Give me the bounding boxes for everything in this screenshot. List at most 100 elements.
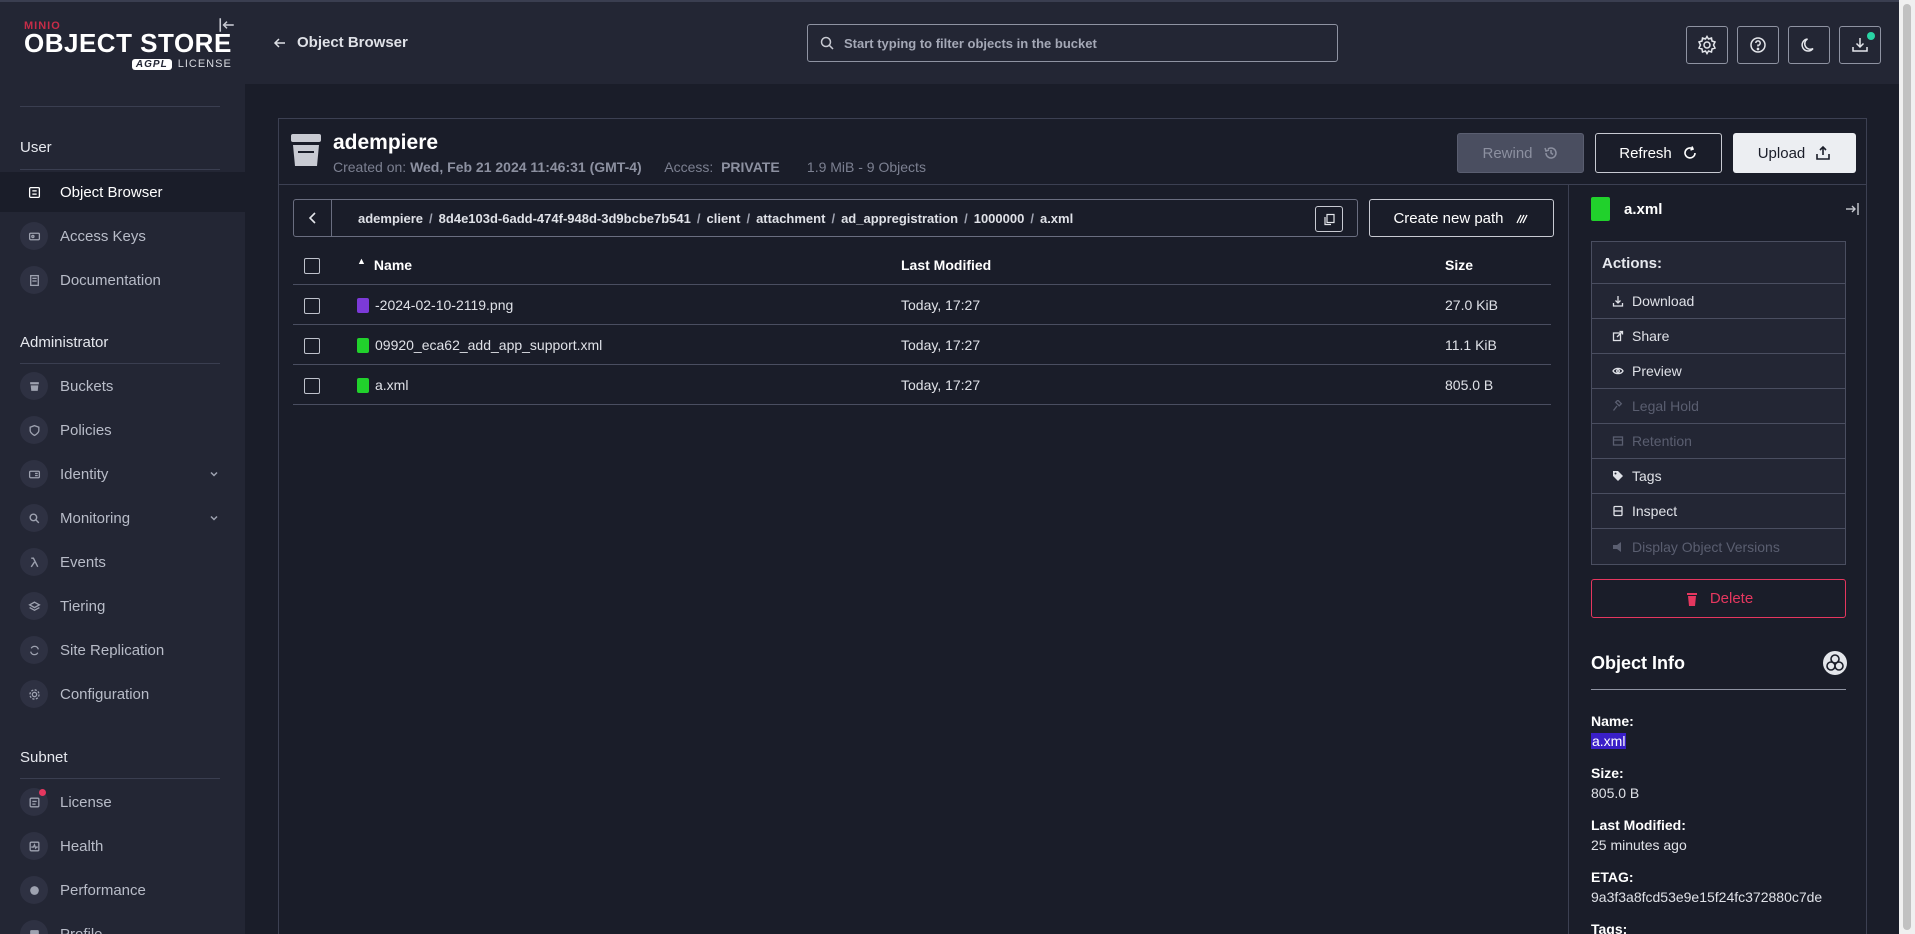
sidebar-item-buckets[interactable]: Buckets: [0, 366, 245, 406]
table-row[interactable]: 09920_eca62_add_app_support.xml Today, 1…: [293, 325, 1551, 365]
layers-icon: [20, 592, 48, 620]
row-checkbox[interactable]: [304, 338, 320, 354]
theme-toggle-button[interactable]: [1788, 26, 1830, 64]
help-button[interactable]: [1737, 26, 1779, 64]
column-last-modified[interactable]: Last Modified: [901, 257, 991, 273]
collapse-sidebar-icon[interactable]: [218, 16, 236, 34]
image-file-icon: [357, 297, 369, 313]
row-checkbox[interactable]: [304, 378, 320, 394]
info-name-label: Name:: [1591, 713, 1634, 729]
column-name[interactable]: ▲ Name: [357, 256, 412, 273]
action-share[interactable]: Share: [1592, 319, 1845, 354]
close-panel-icon[interactable]: [1844, 201, 1860, 217]
file-name: 09920_eca62_add_app_support.xml: [375, 337, 603, 353]
table-header: ▲ Name Last Modified Size: [293, 245, 1551, 285]
health-icon: [20, 832, 48, 860]
delete-button[interactable]: Delete: [1591, 579, 1846, 618]
breadcrumb-segment[interactable]: client: [706, 211, 740, 226]
breadcrumb-segment[interactable]: a.xml: [1040, 211, 1073, 226]
actions-list: Actions: Download Share Preview Legal Ho…: [1591, 241, 1846, 565]
chevron-left-icon: [308, 212, 316, 224]
breadcrumb-segment[interactable]: 8d4e103d-6add-474f-948d-3d9bcbe7b541: [439, 211, 691, 226]
metadata-icon[interactable]: [1822, 650, 1848, 676]
action-preview[interactable]: Preview: [1592, 354, 1845, 389]
sidebar-item-site-replication[interactable]: Site Replication: [0, 630, 245, 670]
access-label: Access:: [664, 159, 714, 175]
file-name: a.xml: [375, 377, 409, 393]
new-path-icon: [1515, 214, 1528, 224]
file-modified: Today, 17:27: [901, 297, 981, 313]
action-download[interactable]: Download: [1592, 284, 1845, 319]
rewind-button[interactable]: Rewind: [1457, 133, 1584, 173]
sidebar-item-health[interactable]: Health: [0, 826, 245, 866]
file-name: -2024-02-10-2119.png: [375, 297, 514, 313]
row-checkbox[interactable]: [304, 298, 320, 314]
created-label: Created on:: [333, 159, 407, 175]
search-input[interactable]: [844, 35, 1304, 51]
trash-icon: [1686, 592, 1697, 606]
tag-icon: [1613, 471, 1623, 481]
info-modified-label: Last Modified:: [1591, 817, 1686, 833]
column-size[interactable]: Size: [1445, 257, 1473, 273]
sidebar-item-license[interactable]: License: [0, 782, 245, 822]
file-size: 805.0 B: [1445, 377, 1494, 393]
file-modified: Today, 17:27: [901, 337, 981, 353]
upload-button[interactable]: Upload: [1733, 133, 1856, 173]
xml-file-icon: [357, 337, 369, 353]
sidebar-item-profile[interactable]: Profile: [0, 914, 245, 934]
section-user: User: [20, 139, 52, 156]
sidebar-item-policies[interactable]: Policies: [0, 410, 245, 450]
sidebar-item-events[interactable]: Events: [0, 542, 245, 582]
chevron-down-icon[interactable]: [207, 511, 221, 525]
objects-table: ▲ Name Last Modified Size -2024-02-10-211…: [293, 245, 1551, 405]
create-new-path-button[interactable]: Create new path: [1369, 199, 1554, 237]
breadcrumb: adempiere/ 8d4e103d-6add-474f-948d-3d9bc…: [293, 199, 1358, 237]
sidebar-item-label: Configuration: [60, 685, 150, 703]
access-value: PRIVATE: [721, 159, 780, 175]
sidebar-item-monitoring[interactable]: Monitoring: [0, 498, 245, 538]
settings-button[interactable]: [1686, 26, 1728, 64]
sidebar-divider: [20, 106, 220, 107]
breadcrumb-segment[interactable]: adempiere: [358, 211, 423, 226]
table-row[interactable]: a.xml Today, 17:27 805.0 B: [293, 365, 1551, 405]
sidebar-item-label: Policies: [60, 421, 112, 439]
help-icon: [1750, 37, 1766, 53]
minio-logo[interactable]: MINIO OBJECT STORE AGPL LICENSE: [24, 20, 232, 70]
select-all-checkbox[interactable]: [304, 258, 320, 274]
upload-icon: [1816, 145, 1831, 160]
sidebar-item-access-keys[interactable]: Access Keys: [0, 216, 245, 256]
created-value: Wed, Feb 21 2024 11:46:31 (GMT-4): [410, 159, 642, 175]
sidebar-item-object-browser[interactable]: Object Browser: [0, 172, 245, 212]
chevron-down-icon[interactable]: [207, 467, 221, 481]
back-to-object-browser[interactable]: Object Browser: [273, 34, 408, 51]
sidebar-item-identity[interactable]: Identity: [0, 454, 245, 494]
object-browser-icon: [20, 178, 48, 206]
action-tags[interactable]: Tags: [1592, 459, 1845, 494]
sidebar-item-configuration[interactable]: Configuration: [0, 674, 245, 714]
refresh-label: Refresh: [1619, 144, 1672, 162]
download-manager-button[interactable]: [1839, 26, 1881, 64]
object-details-panel: a.xml Actions: Download Share Preview Le…: [1568, 185, 1866, 934]
object-title-text: a.xml: [1624, 200, 1663, 218]
action-inspect[interactable]: Inspect: [1592, 494, 1845, 529]
breadcrumb-segment[interactable]: ad_appregistration: [841, 211, 958, 226]
info-name-value: a.xml: [1591, 733, 1627, 749]
sidebar-item-tiering[interactable]: Tiering: [0, 586, 245, 626]
page-scrollbar[interactable]: [1899, 0, 1915, 934]
scrollbar-thumb[interactable]: [1903, 4, 1911, 930]
copy-path-button[interactable]: [1315, 206, 1343, 232]
agpl-badge: AGPL: [131, 58, 172, 70]
refresh-icon: [1683, 146, 1696, 159]
sidebar-item-documentation[interactable]: Documentation: [0, 260, 245, 300]
breadcrumb-back-button[interactable]: [294, 200, 332, 236]
breadcrumb-segment[interactable]: 1000000: [974, 211, 1025, 226]
magnifier-icon: [20, 504, 48, 532]
table-row[interactable]: -2024-02-10-2119.png Today, 17:27 27.0 K…: [293, 285, 1551, 325]
info-etag-value: 9a3f3a8fcd53e9e15f24fc372880c7de: [1591, 889, 1823, 905]
breadcrumb-segment[interactable]: attachment: [756, 211, 825, 226]
object-filter-search[interactable]: [807, 24, 1338, 62]
sidebar-item-performance[interactable]: Performance: [0, 870, 245, 910]
refresh-button[interactable]: Refresh: [1595, 133, 1722, 173]
gavel-icon: [1612, 400, 1623, 411]
info-size-label: Size:: [1591, 765, 1624, 781]
